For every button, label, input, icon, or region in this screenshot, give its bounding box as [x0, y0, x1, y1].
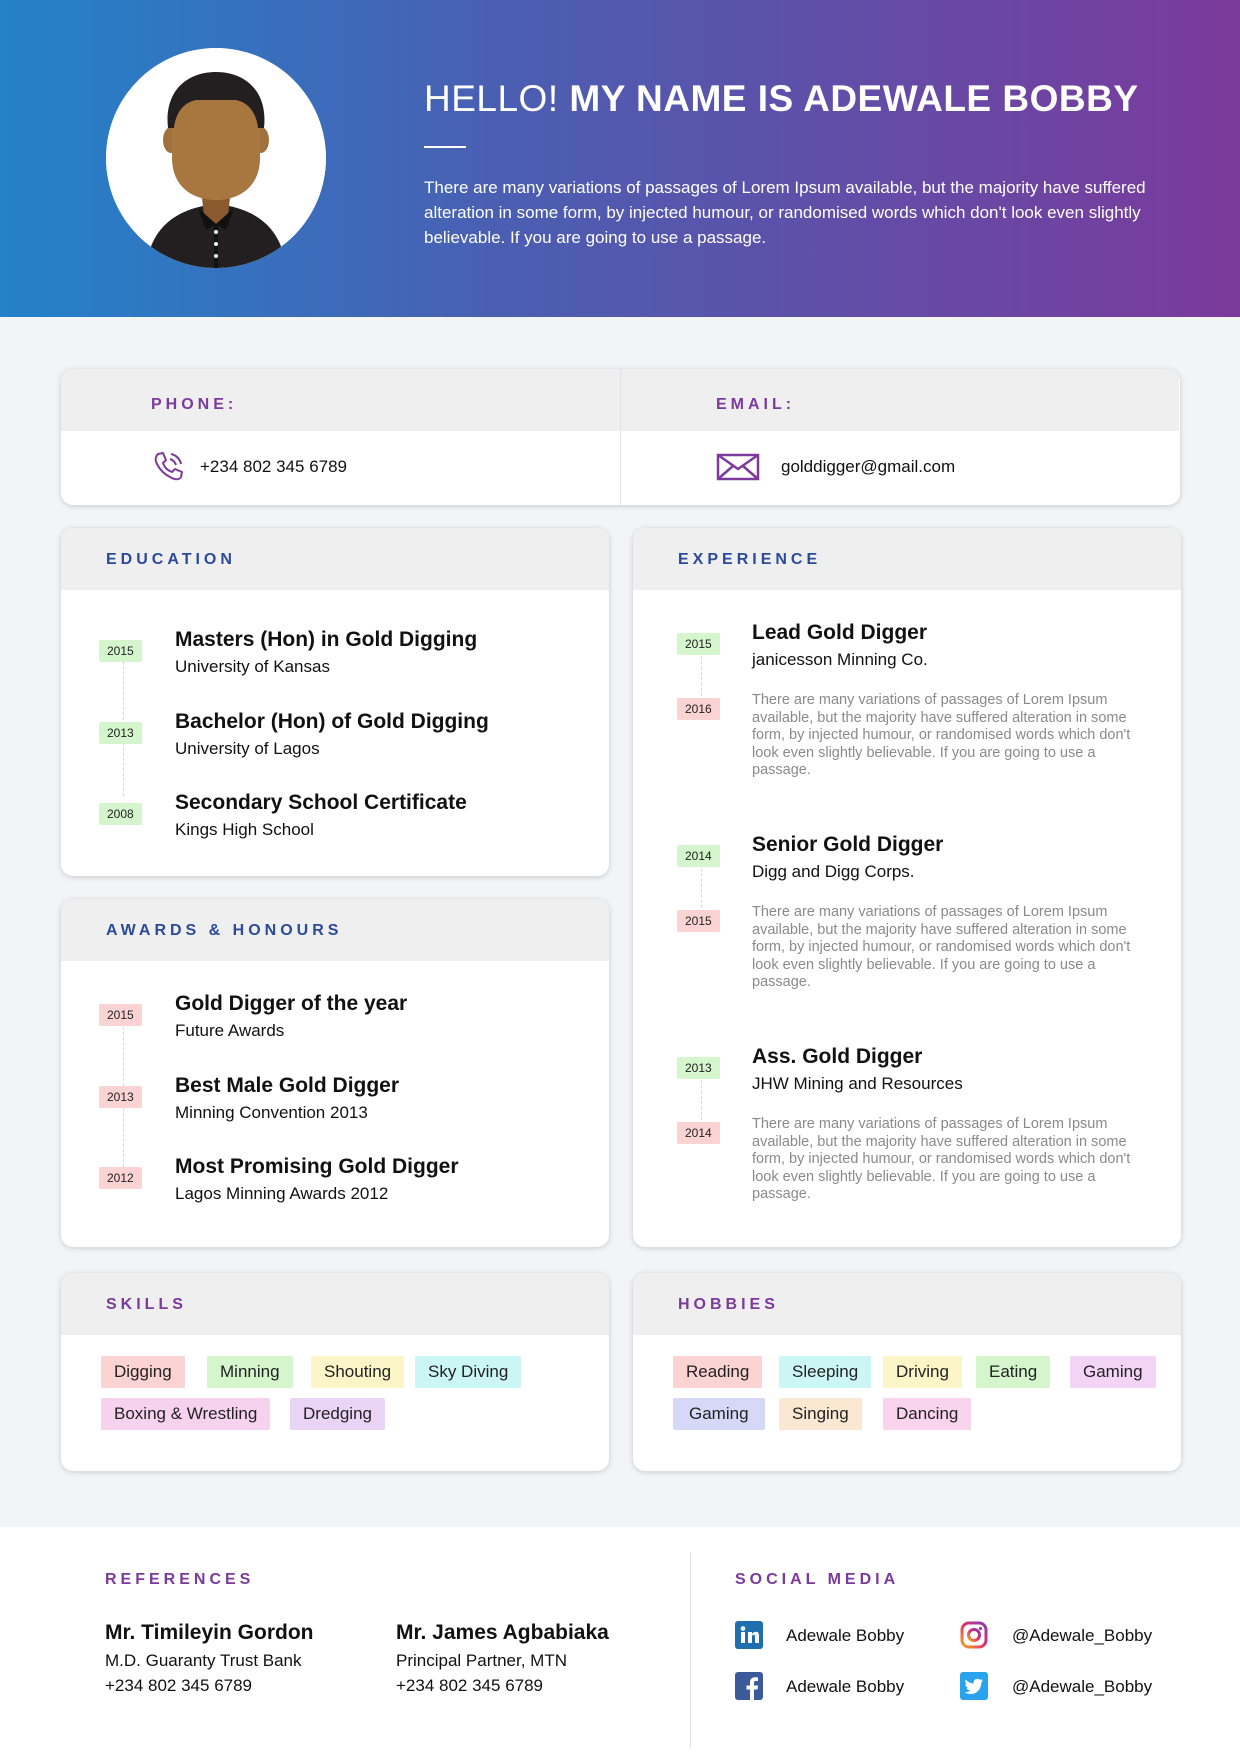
reference-role: Principal Partner, MTN	[396, 1651, 567, 1670]
education-title: EDUCATION	[106, 551, 236, 568]
hobbies-title: HOBBIES	[678, 1296, 779, 1313]
year-badge: 2013	[99, 722, 142, 744]
education-card: EDUCATION 2015 Masters (Hon) in Gold Dig…	[61, 528, 609, 876]
email-value[interactable]: golddigger@gmail.com	[781, 457, 955, 477]
skill-tag: Digging	[101, 1356, 185, 1388]
social-title: SOCIAL MEDIA	[735, 1571, 900, 1588]
reference-phone[interactable]: +234 802 345 6789	[105, 1676, 252, 1696]
hobby-tag: Singing	[779, 1398, 862, 1430]
phone-section: PHONE: +234 802 345 6789	[61, 369, 620, 505]
entry-subtitle: Lagos Minning Awards 2012	[175, 1184, 389, 1203]
greeting-heading: HELLO! MY NAME IS ADEWALE BOBBY	[424, 78, 1139, 120]
year-badge: 2008	[99, 803, 142, 825]
entry-title: Bachelor (Hon) of Gold Digging	[175, 710, 489, 733]
entry-title: Masters (Hon) in Gold Digging	[175, 628, 478, 651]
hobby-tag: Gaming	[1070, 1356, 1156, 1388]
hobby-tag: Reading	[673, 1356, 763, 1388]
end-year-badge: 2014	[677, 1122, 720, 1144]
email-section: EMAIL: golddigger@gmail.com	[620, 369, 1179, 505]
start-year-badge: 2015	[677, 633, 720, 655]
job-description: There are many variations of passages of…	[752, 692, 1131, 778]
awards-title: AWARDS & HONOURS	[106, 922, 343, 939]
company-name: janicesson Minning Co.	[752, 650, 928, 669]
phone-icon	[151, 449, 185, 488]
reference-role: M.D. Guaranty Trust Bank	[105, 1651, 302, 1670]
year-badge: 2015	[99, 640, 142, 662]
heading-underline	[424, 146, 466, 148]
linkedin-handle[interactable]: Adewale Bobby	[786, 1626, 904, 1646]
skills-title: SKILLS	[106, 1296, 187, 1313]
reference-phone[interactable]: +234 802 345 6789	[396, 1676, 543, 1696]
year-badge: 2012	[99, 1167, 142, 1189]
hobby-tag: Gaming	[673, 1398, 765, 1430]
reference-name: Mr. James Agbabiaka	[396, 1621, 609, 1644]
contact-card: PHONE: +234 802 345 6789 EMAIL: golddigg…	[61, 369, 1180, 505]
phone-label: PHONE:	[151, 396, 238, 413]
entry-title: Best Male Gold Digger	[175, 1074, 400, 1097]
header-banner: HELLO! MY NAME IS ADEWALE BOBBY There ar…	[0, 0, 1240, 317]
hobby-tag: Dancing	[883, 1398, 972, 1430]
experience-title: EXPERIENCE	[678, 551, 822, 568]
skills-card: SKILLS Digging Minning Shouting Sky Divi…	[61, 1273, 609, 1471]
twitter-icon[interactable]	[960, 1672, 988, 1700]
job-description: There are many variations of passages of…	[752, 904, 1131, 990]
skill-tag: Dredging	[290, 1398, 385, 1430]
instagram-handle[interactable]: @Adewale_Bobby	[1012, 1626, 1152, 1646]
entry-subtitle: Minning Convention 2013	[175, 1103, 368, 1122]
twitter-handle[interactable]: @Adewale_Bobby	[1012, 1677, 1152, 1697]
entry-subtitle: University of Lagos	[175, 739, 320, 758]
year-badge: 2013	[99, 1086, 142, 1108]
company-name: JHW Mining and Resources	[752, 1074, 963, 1093]
hobby-tag: Eating	[976, 1356, 1051, 1388]
phone-value[interactable]: +234 802 345 6789	[200, 457, 347, 477]
skill-tag: Minning	[207, 1356, 293, 1388]
name-heading: MY NAME IS ADEWALE BOBBY	[569, 78, 1139, 119]
footer: REFERENCES Mr. Timileyin Gordon M.D. Gua…	[0, 1527, 1240, 1754]
timeline-line	[123, 646, 124, 796]
year-badge: 2015	[99, 1004, 142, 1026]
job-title: Senior Gold Digger	[752, 833, 944, 856]
company-name: Digg and Digg Corps.	[752, 862, 915, 881]
reference-name: Mr. Timileyin Gordon	[105, 1621, 314, 1644]
email-label: EMAIL:	[716, 396, 796, 413]
entry-title: Gold Digger of the year	[175, 992, 408, 1015]
intro-paragraph: There are many variations of passages of…	[424, 178, 1146, 247]
end-year-badge: 2016	[677, 698, 720, 720]
person-avatar-icon	[106, 48, 326, 268]
hobby-tag: Sleeping	[779, 1356, 872, 1388]
skill-tag: Boxing & Wrestling	[101, 1398, 271, 1430]
skill-tag: Sky Diving	[415, 1356, 522, 1388]
facebook-icon[interactable]	[735, 1672, 763, 1700]
facebook-handle[interactable]: Adewale Bobby	[786, 1677, 904, 1697]
start-year-badge: 2014	[677, 845, 720, 867]
end-year-badge: 2015	[677, 910, 720, 932]
entry-subtitle: Future Awards	[175, 1021, 285, 1040]
entry-subtitle: University of Kansas	[175, 657, 330, 676]
entry-subtitle: Kings High School	[175, 820, 314, 839]
hobby-tag: Driving	[883, 1356, 962, 1388]
instagram-icon[interactable]	[960, 1621, 988, 1649]
awards-card: AWARDS & HONOURS 2015 Gold Digger of the…	[61, 899, 609, 1247]
references-title: REFERENCES	[105, 1571, 255, 1588]
job-description: There are many variations of passages of…	[752, 1116, 1131, 1202]
linkedin-icon[interactable]	[735, 1621, 763, 1649]
job-title: Lead Gold Digger	[752, 621, 928, 644]
footer-divider	[690, 1552, 691, 1749]
job-title: Ass. Gold Digger	[752, 1045, 923, 1068]
entry-title: Secondary School Certificate	[175, 791, 467, 814]
entry-title: Most Promising Gold Digger	[175, 1155, 459, 1178]
hobbies-card: HOBBIES Reading Sleeping Driving Eating …	[633, 1273, 1181, 1471]
envelope-icon	[716, 453, 760, 486]
avatar	[106, 48, 326, 268]
greeting-word: HELLO!	[424, 78, 559, 119]
start-year-badge: 2013	[677, 1057, 720, 1079]
experience-card: EXPERIENCE 2015 2016 Lead Gold Digger ja…	[633, 528, 1181, 1247]
skill-tag: Shouting	[311, 1356, 405, 1388]
